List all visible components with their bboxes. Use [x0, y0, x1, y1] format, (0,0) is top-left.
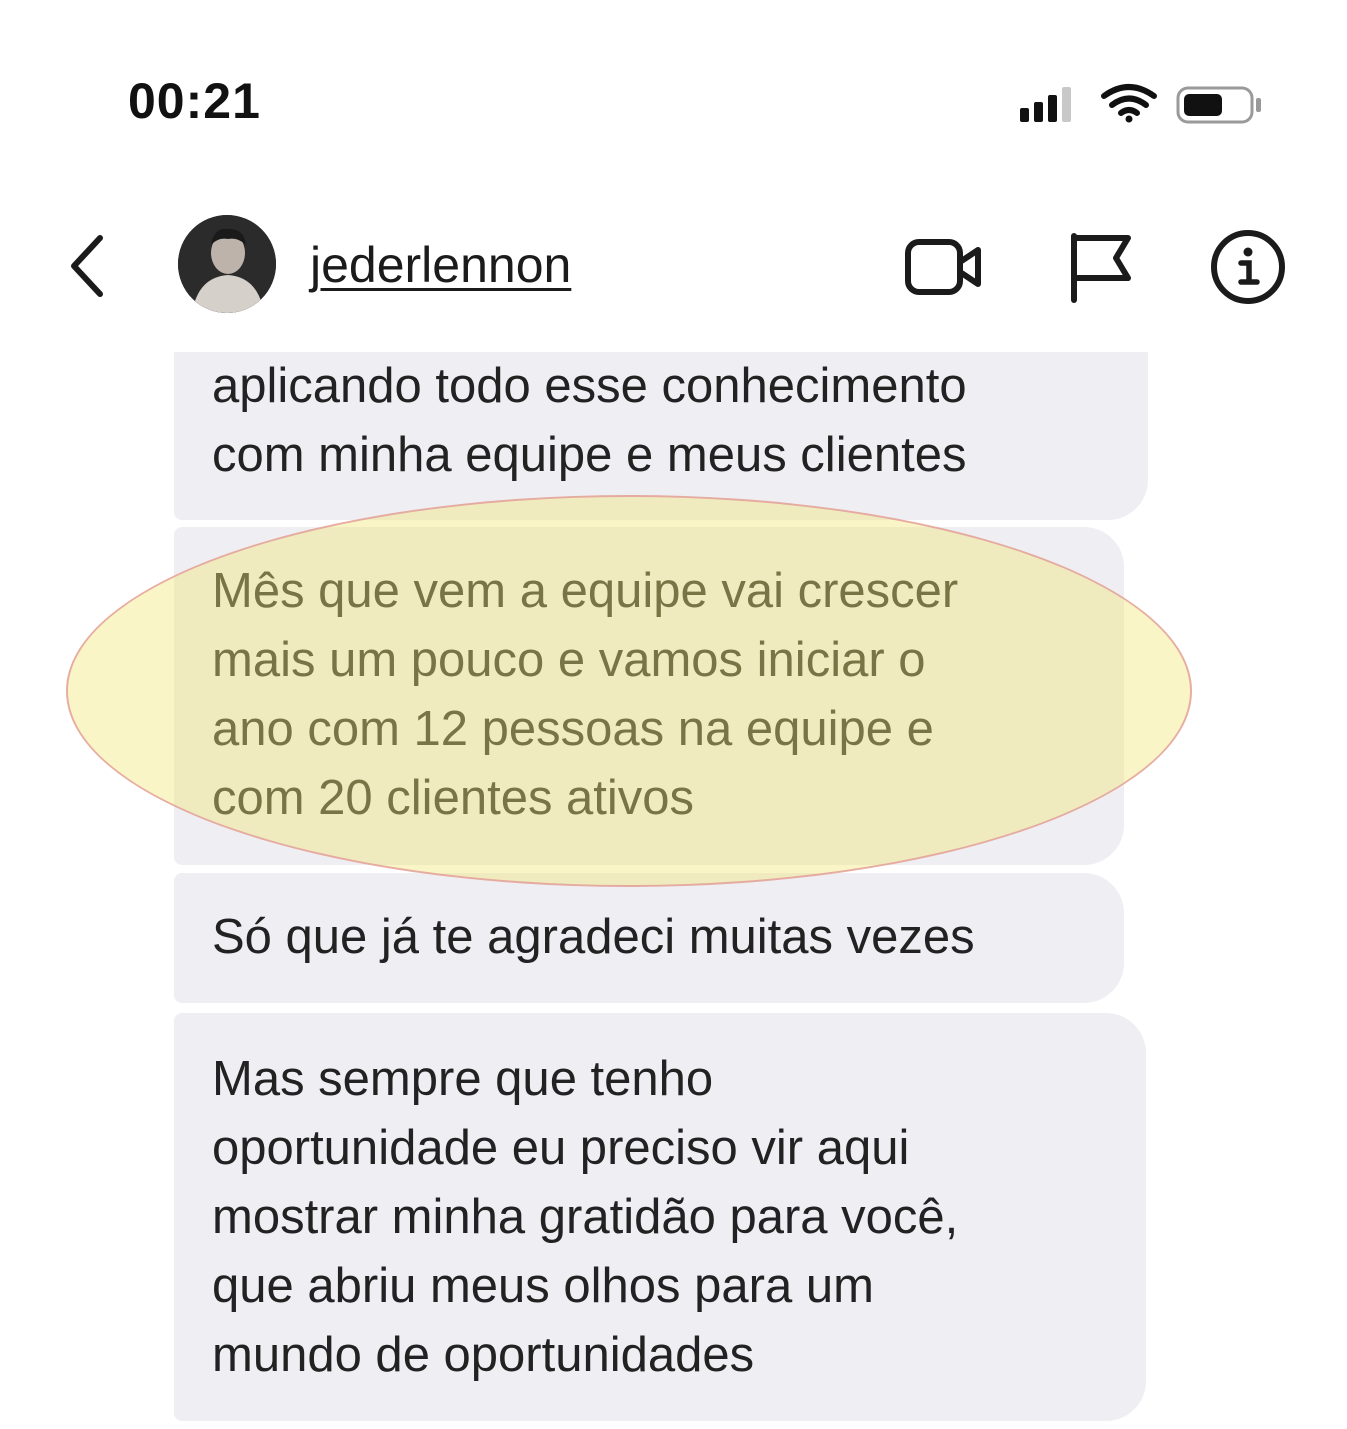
report-button[interactable] [1060, 224, 1146, 310]
avatar-image [178, 215, 276, 313]
flag-icon [1071, 233, 1131, 303]
message-bubble: Mas sempre que tenho oportunidade eu pre… [174, 1013, 1146, 1421]
info-button[interactable] [1205, 224, 1291, 310]
status-icons-svg [1020, 84, 1261, 124]
message-bubble: Mês que vem a equipe vai crescer mais um… [174, 527, 1124, 865]
info-icon [1211, 230, 1285, 304]
username-link[interactable]: jederlennon [310, 236, 571, 294]
chat-thread: aplicando todo esse conhecimento com min… [0, 352, 1347, 1429]
chevron-left-icon [71, 235, 103, 297]
back-button[interactable] [60, 230, 120, 302]
avatar[interactable] [178, 215, 276, 313]
video-camera-icon [905, 239, 981, 295]
message-bubble: Só que já te agradeci muitas vezes [174, 873, 1124, 1003]
status-icons [1016, 82, 1266, 132]
chat-header: jederlennon [0, 200, 1347, 330]
status-time: 00:21 [128, 73, 261, 129]
message-bubble: aplicando todo esse conhecimento com min… [174, 352, 1148, 520]
video-call-button[interactable] [900, 224, 986, 310]
wifi-icon [1101, 84, 1157, 123]
cellular-signal-icon [1020, 87, 1071, 122]
battery-icon [1176, 86, 1261, 124]
